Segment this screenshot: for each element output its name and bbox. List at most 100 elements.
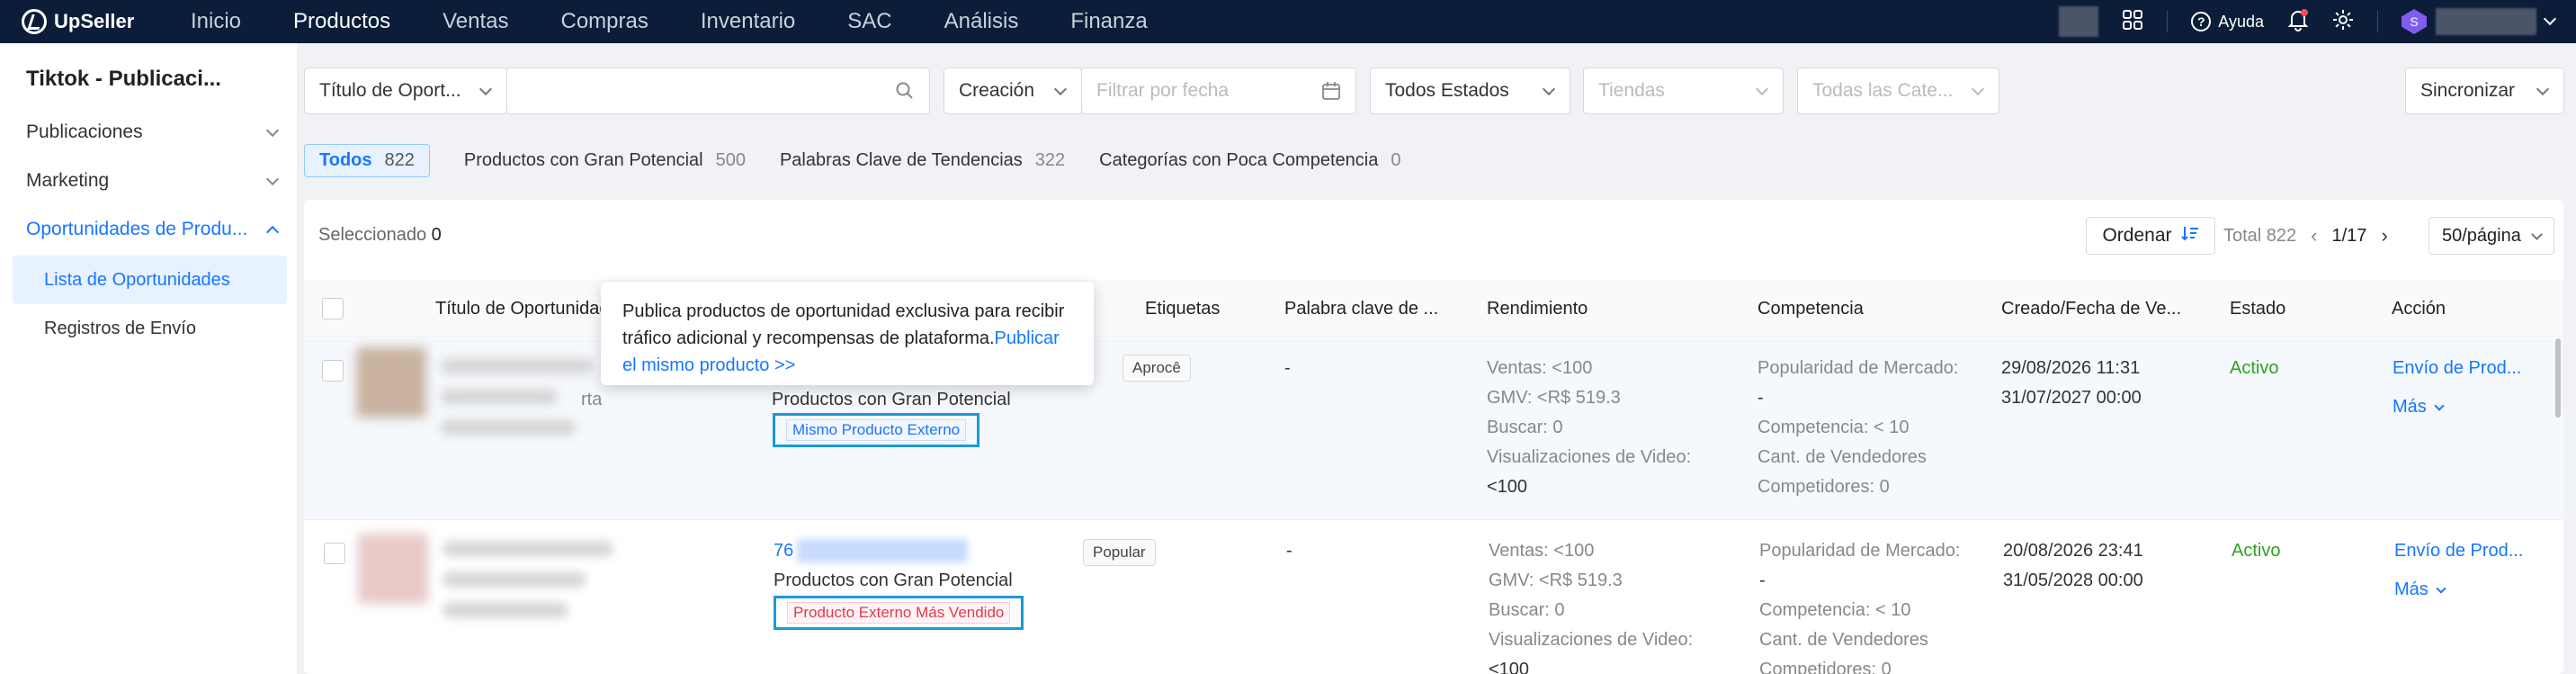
stores-select[interactable]: Tiendas xyxy=(1583,67,1784,114)
tab-label: Productos con Gran Potencial xyxy=(463,149,703,170)
sort-icon xyxy=(2180,224,2199,247)
menu-item-productos[interactable]: Productos xyxy=(293,9,390,34)
per-page-select[interactable]: 50/página xyxy=(2428,217,2554,255)
row-checkbox[interactable] xyxy=(322,360,344,382)
menu-item-analisis[interactable]: Análisis xyxy=(944,9,1019,34)
perf-video-value: <100 xyxy=(1487,477,1528,497)
chevron-down-icon xyxy=(1542,82,1556,96)
comp-competidores: Competidores: 0 xyxy=(1758,477,1890,497)
perf-video: Visualizaciones de Video: xyxy=(1489,630,1694,650)
status-select[interactable]: Todos Estados xyxy=(1370,67,1570,114)
sync-button[interactable]: Sincronizar xyxy=(2405,67,2564,114)
date-filter-input[interactable]: Filtrar por fecha xyxy=(1081,67,1356,114)
perf-ventas: Ventas: <100 xyxy=(1489,541,1595,561)
envio-producto-link[interactable]: Envío de Prod... xyxy=(2393,354,2521,383)
chevron-down-icon xyxy=(479,82,493,96)
tab-gran-potencial[interactable]: Productos con Gran Potencial 500 xyxy=(464,150,746,171)
categories-select[interactable]: Todas las Cate... xyxy=(1797,67,1999,114)
comp-competencia: Competencia: < 10 xyxy=(1758,418,1910,437)
menu-item-compras[interactable]: Compras xyxy=(561,9,648,34)
tab-label: Todos xyxy=(319,149,372,170)
sidebar-group-publicaciones[interactable]: Publicaciones xyxy=(0,108,297,157)
search-type-select[interactable]: Título de Oport... xyxy=(304,67,507,114)
menu-item-inicio[interactable]: Inicio xyxy=(191,9,241,34)
tab-count: 0 xyxy=(1391,149,1401,170)
perf-buscar: Buscar: 0 xyxy=(1489,600,1565,620)
tab-poca-competencia[interactable]: Categorías con Poca Competencia 0 xyxy=(1099,150,1400,171)
page-indicator: 1/17 xyxy=(2331,225,2367,246)
tab-count: 500 xyxy=(715,149,746,170)
comp-popularidad-value: - xyxy=(1758,388,1764,408)
perf-gmv: GMV: <R$ 519.3 xyxy=(1487,388,1621,408)
col-rendimiento[interactable]: Rendimiento xyxy=(1487,280,1588,337)
sidebar-group-label: Marketing xyxy=(26,170,110,191)
col-estado[interactable]: Estado xyxy=(2230,280,2285,337)
date-placeholder: Filtrar por fecha xyxy=(1096,80,1230,101)
redacted-title xyxy=(441,389,558,405)
date-type-select[interactable]: Creación xyxy=(944,67,1082,114)
brand-logo[interactable]: UpSeller xyxy=(22,0,134,43)
account-menu[interactable]: S xyxy=(2402,8,2557,35)
keyword-pill: Aprocê xyxy=(1123,355,1191,382)
table-scrollbar[interactable] xyxy=(2555,338,2561,418)
tab-palabras-clave[interactable]: Palabras Clave de Tendencias 322 xyxy=(780,150,1065,171)
badge-label: Mismo Producto Externo xyxy=(786,419,967,441)
tab-label: Categorías con Poca Competencia xyxy=(1099,149,1379,170)
perf-buscar: Buscar: 0 xyxy=(1487,418,1563,437)
next-page-icon[interactable]: › xyxy=(2381,224,2387,247)
tab-todos[interactable]: Todos 822 xyxy=(304,143,430,177)
per-page-value: 50/página xyxy=(2442,225,2521,246)
nav-right-tools: ? Ayuda S xyxy=(2059,0,2557,43)
select-all-checkbox[interactable] xyxy=(322,298,344,319)
selected-label: Seleccionado xyxy=(318,225,427,245)
badge-mas-vendido: Producto Externo Más Vendido xyxy=(774,596,1024,630)
row-checkbox[interactable] xyxy=(324,543,345,564)
comp-popularidad: Popularidad de Mercado: xyxy=(1759,541,1961,561)
product-id-link[interactable]: 76 xyxy=(774,536,793,566)
chevron-down-icon xyxy=(2434,400,2445,411)
keyword-pill: Popular xyxy=(1083,539,1156,566)
sidebar-item-lista-oportunidades[interactable]: Lista de Oportunidades xyxy=(13,256,287,304)
menu-item-finanza[interactable]: Finanza xyxy=(1070,9,1147,34)
top-navbar: UpSeller Inicio Productos Ventas Compras… xyxy=(0,0,2576,43)
chevron-down-icon xyxy=(1971,82,1985,96)
envio-producto-link[interactable]: Envío de Prod... xyxy=(2394,536,2523,566)
bell-icon[interactable] xyxy=(2287,8,2309,36)
sidebar-group-marketing[interactable]: Marketing xyxy=(0,157,297,205)
chevron-down-icon xyxy=(2543,12,2557,26)
more-label: Más xyxy=(2393,397,2427,417)
more-actions-button[interactable]: Más xyxy=(2394,575,2446,605)
gear-icon[interactable] xyxy=(2332,9,2354,35)
col-etiquetas[interactable]: Etiquetas xyxy=(1145,280,1220,337)
search-type-value: Título de Oport... xyxy=(319,80,461,101)
menu-item-sac[interactable]: SAC xyxy=(847,9,891,34)
chevron-up-icon xyxy=(265,225,280,239)
order-button[interactable]: Ordenar xyxy=(2086,217,2215,255)
divider xyxy=(2377,11,2378,32)
perf-gmv: GMV: <R$ 519.3 xyxy=(1489,571,1623,590)
expiry-date: 31/05/2028 00:00 xyxy=(2003,571,2143,590)
redacted-store-selector[interactable] xyxy=(2059,6,2099,37)
comp-vendedores: Cant. de Vendedores xyxy=(1758,447,1927,467)
prev-page-icon[interactable]: ‹ xyxy=(2311,224,2317,247)
col-titulo[interactable]: Título de Oportunidad xyxy=(435,280,609,337)
sync-label: Sincronizar xyxy=(2420,80,2516,101)
more-actions-button[interactable]: Más xyxy=(2393,392,2445,422)
pagination: Total 822 ‹ 1/17 › xyxy=(2223,217,2388,255)
sidebar-item-registros-envio[interactable]: Registros de Envío xyxy=(13,304,287,353)
help-button[interactable]: ? Ayuda xyxy=(2191,12,2264,31)
col-competencia[interactable]: Competencia xyxy=(1758,280,1864,337)
search-icon xyxy=(895,81,915,106)
perf-video-value: <100 xyxy=(1489,660,1530,674)
created-date: 29/08/2026 11:31 xyxy=(2001,358,2141,378)
menu-item-inventario[interactable]: Inventario xyxy=(701,9,795,34)
col-accion: Acción xyxy=(2392,298,2446,319)
date-type-value: Creación xyxy=(959,80,1035,101)
menu-item-ventas[interactable]: Ventas xyxy=(443,9,508,34)
help-icon: ? xyxy=(2191,12,2212,31)
col-palabra-clave[interactable]: Palabra clave de ... xyxy=(1284,280,1438,337)
sidebar-group-oportunidades[interactable]: Oportunidades de Produ... xyxy=(0,205,297,254)
search-input[interactable] xyxy=(506,67,930,114)
apps-grid-icon[interactable] xyxy=(2122,9,2143,35)
col-creado[interactable]: Creado/Fecha de Ve... xyxy=(2001,280,2181,337)
